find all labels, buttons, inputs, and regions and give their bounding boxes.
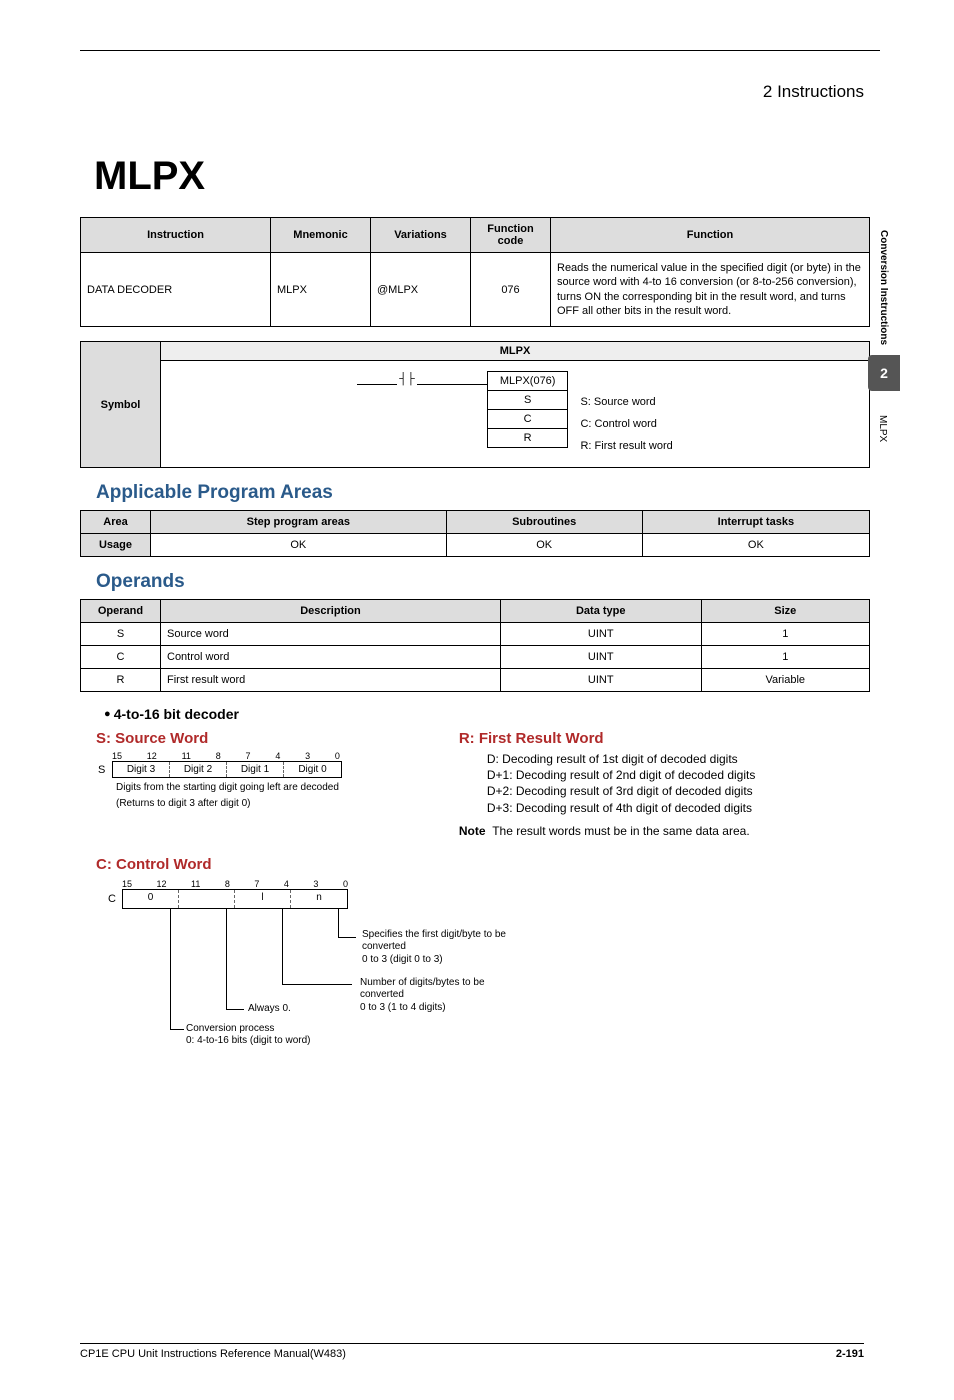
- table-row: SSource word UINT1: [81, 623, 870, 646]
- ladder-line: [417, 384, 487, 385]
- ladder-op-c: C: [488, 410, 568, 429]
- td-instruction: DATA DECODER: [81, 253, 271, 327]
- th-instruction: Instruction: [81, 218, 271, 253]
- ladder-title: MLPX(076): [488, 372, 568, 391]
- td-code: 076: [471, 253, 551, 327]
- source-word-title: S: Source Word: [96, 730, 429, 747]
- sidebar-instr-label: MLPX: [877, 415, 888, 442]
- th-function: Function: [551, 218, 870, 253]
- td-mnemonic: MLPX: [271, 253, 371, 327]
- app-areas-table: Area Step program areas Subroutines Inte…: [80, 510, 870, 557]
- page-title: MLPX: [94, 154, 870, 199]
- sidebar-group-label: Conversion Instructions: [878, 230, 889, 345]
- instruction-table: Instruction Mnemonic Variations Function…: [80, 217, 870, 327]
- control-word-title: C: Control Word: [96, 856, 870, 873]
- section-operands: Operands: [96, 571, 870, 593]
- operands-table: Operand Description Data type Size SSour…: [80, 599, 870, 692]
- result-note: Note The result words must be in the sam…: [459, 824, 870, 838]
- ladder-box: MLPX(076) S C R: [487, 371, 569, 448]
- bullet-decoder: 4-to-16 bit decoder: [104, 706, 870, 722]
- th-code: Function code: [471, 218, 551, 253]
- symbol-label: Symbol: [81, 342, 161, 468]
- table-row: RFirst result word UINTVariable: [81, 669, 870, 692]
- symbol-header: MLPX: [161, 342, 870, 361]
- section-header: 2 Instructions: [763, 82, 864, 102]
- result-lines: D: Decoding result of 1st digit of decod…: [487, 751, 870, 816]
- th-variations: Variations: [371, 218, 471, 253]
- result-word-title: R: First Result Word: [459, 730, 870, 747]
- ladder-op-r: R: [488, 429, 568, 447]
- source-note2: (Returns to digit 3 after digit 0): [116, 797, 429, 810]
- ladder-line: [357, 384, 397, 385]
- table-row: CControl word UINT1: [81, 646, 870, 669]
- section-app-areas: Applicable Program Areas: [96, 482, 870, 504]
- chapter-tab: 2: [868, 355, 900, 391]
- ladder-op-s: S: [488, 391, 568, 410]
- source-digits: Digit 3 Digit 2 Digit 1 Digit 0: [112, 761, 342, 778]
- th-mnemonic: Mnemonic: [271, 218, 371, 253]
- td-variations: @MLPX: [371, 253, 471, 327]
- td-function: Reads the numerical value in the specifi…: [551, 253, 870, 327]
- control-grid: 0 l n: [122, 889, 348, 909]
- source-note1: Digits from the starting digit going lef…: [116, 781, 429, 794]
- symbol-table: Symbol MLPX ┤├ MLPX(076) S C R: [80, 341, 870, 468]
- ladder-labels: S: Source word C: Control word R: First …: [568, 371, 672, 457]
